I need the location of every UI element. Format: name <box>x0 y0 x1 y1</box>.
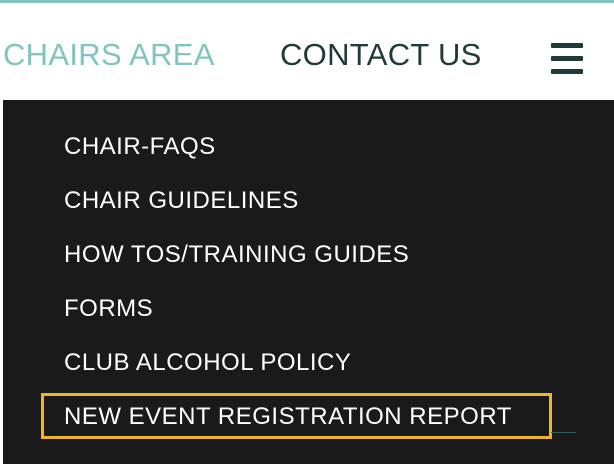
hamburger-bar <box>551 69 583 74</box>
hamburger-bar <box>551 43 583 48</box>
top-navigation: CHAIRS AREA CONTACT US <box>0 3 614 100</box>
chairs-area-dropdown-menu: CHAIR-FAQS CHAIR GUIDELINES HOW TOS/TRAI… <box>3 100 614 464</box>
menu-item-chair-guidelines[interactable]: CHAIR GUIDELINES <box>64 187 299 215</box>
menu-item-club-alcohol-policy[interactable]: CLUB ALCOHOL POLICY <box>64 349 351 377</box>
menu-item-forms[interactable]: FORMS <box>64 295 153 323</box>
menu-item-how-tos-training-guides[interactable]: HOW TOS/TRAINING GUIDES <box>64 241 409 269</box>
menu-item-new-event-registration-report[interactable]: NEW EVENT REGISTRATION REPORT <box>64 403 512 431</box>
nav-link-contact-us[interactable]: CONTACT US <box>280 37 482 73</box>
nav-link-chairs-area[interactable]: CHAIRS AREA <box>3 37 215 73</box>
menu-item-chair-faqs[interactable]: CHAIR-FAQS <box>64 133 216 161</box>
hamburger-bar <box>551 56 583 61</box>
menu-item-underline <box>551 432 576 433</box>
page: CHAIRS AREA CONTACT US CHAIR-FAQS CHAIR … <box>0 0 614 464</box>
hamburger-menu-icon[interactable] <box>551 41 583 75</box>
